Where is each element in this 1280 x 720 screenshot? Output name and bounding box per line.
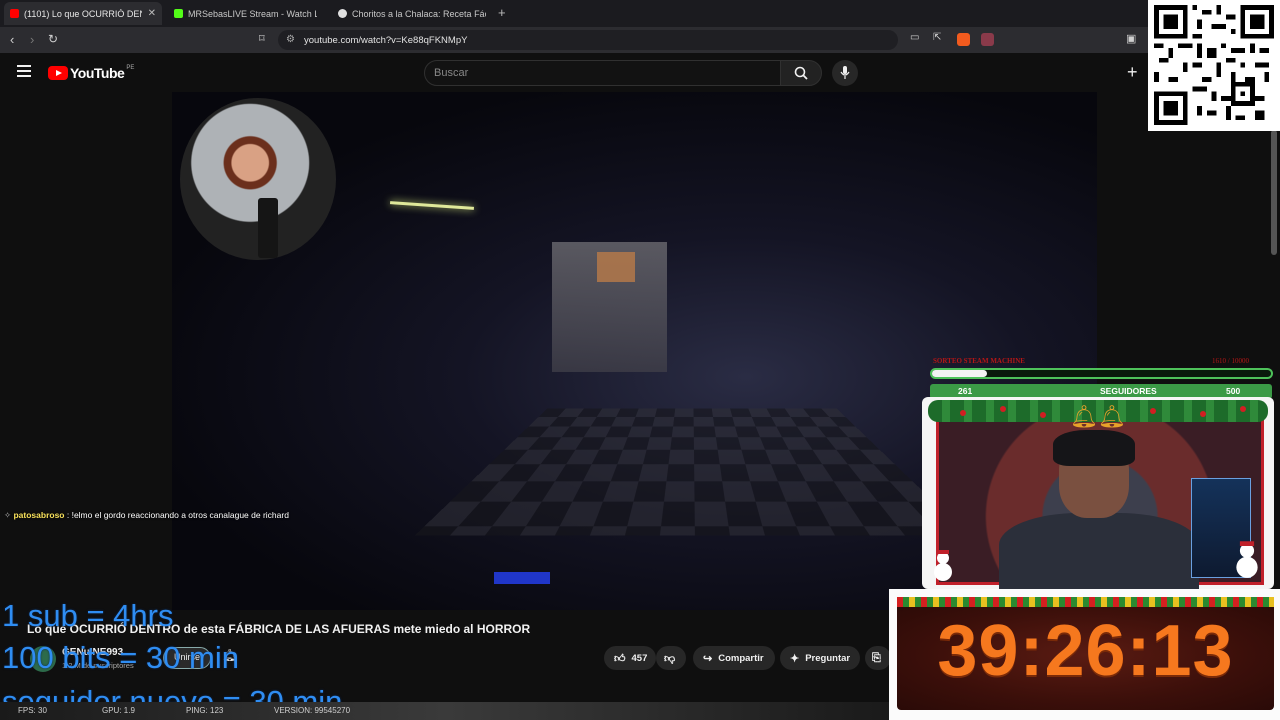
sidebar-toggle-icon[interactable]: ▣ — [1126, 32, 1136, 45]
chat-message: ✧ patosabroso : !elmo el gordo reacciona… — [4, 510, 289, 521]
browser-tab-bar: (1101) Lo que OCURRIÓ DEN ✕ MRSebasLIVE … — [0, 0, 1280, 27]
youtube-header: YouTube PE Buscar — [0, 53, 1280, 91]
microphone-icon — [840, 66, 850, 79]
berry-decoration — [960, 410, 966, 416]
country-code: PE — [126, 65, 135, 71]
bookmark-icon[interactable]: ⌑ — [259, 32, 265, 45]
video-scene-floor — [414, 408, 970, 536]
like-button[interactable]: 👍︎ 457 — [604, 646, 656, 670]
browser-tab-youtube[interactable]: (1101) Lo que OCURRIÓ DEN ✕ — [4, 2, 162, 25]
christmas-bells-icon: 🔔︎🔔︎ — [1070, 404, 1126, 429]
snowman-icon — [1236, 541, 1258, 578]
site-info-icon[interactable]: ⚙ — [286, 34, 295, 45]
streamer-webcam — [936, 415, 1264, 593]
search-button[interactable] — [780, 60, 822, 86]
url-text: youtube.com/watch?v=Ke88qFKNMpY — [304, 34, 468, 46]
close-tab-icon[interactable]: ✕ — [148, 8, 156, 19]
goal-progress-bar — [930, 368, 1273, 379]
berry-decoration — [1240, 406, 1246, 412]
search-input[interactable]: Buscar — [424, 60, 781, 86]
logo-text: YouTube — [70, 65, 125, 81]
menu-icon[interactable] — [17, 65, 31, 77]
video-scene-sign — [597, 252, 635, 282]
subathon-timer: 39:26:13 — [937, 611, 1234, 691]
search-icon — [794, 66, 808, 80]
chat-username: patosabroso — [13, 510, 65, 520]
youtube-play-icon — [48, 66, 68, 80]
cast-icon[interactable]: ▭ — [910, 32, 919, 43]
thumbs-up-icon: 👍︎ — [614, 652, 626, 665]
thumbs-down-icon: 👎︎ — [664, 652, 676, 665]
ping-stat: PING: 123 — [186, 706, 224, 715]
snowman-icon — [934, 550, 952, 581]
qr-code — [1148, 0, 1280, 131]
like-count: 457 — [631, 652, 648, 664]
overlay-sub-rule: 1 sub = 4hrs — [2, 598, 174, 633]
berry-decoration — [1150, 408, 1156, 414]
webcam-person-body — [999, 513, 1199, 593]
berry-decoration — [1040, 412, 1046, 418]
browser-toolbar: ‹ › ↻ ⌑ ⚙ youtube.com/watch?v=Ke88qFKNMp… — [0, 27, 1280, 53]
page-scrollbar[interactable] — [1271, 130, 1277, 255]
followers-label: SEGUIDORES — [1100, 386, 1157, 396]
video-scene-glow — [494, 572, 550, 584]
qr-code-graphic — [1154, 5, 1274, 125]
related-panel — [1097, 131, 1280, 356]
overlay-bits-rule: 100 bits = 30 min — [2, 640, 239, 675]
version-stat: VERSION: 99545270 — [274, 706, 351, 715]
video-scene-light — [389, 201, 475, 210]
forward-icon[interactable]: › — [30, 32, 34, 47]
tab-title: MRSebasLIVE Stream - Watch Liv — [188, 8, 317, 19]
brave-rewards-icon[interactable] — [981, 33, 994, 46]
gpu-stat: GPU: 1.9 — [102, 706, 135, 715]
share-page-icon[interactable]: ⇱ — [933, 32, 941, 43]
address-bar[interactable]: ⚙ youtube.com/watch?v=Ke88qFKNMpY — [278, 30, 898, 50]
game-stats-bar: FPS: 30 GPU: 1.9 PING: 123 VERSION: 9954… — [0, 702, 890, 720]
share-button[interactable]: ↪ Compartir — [693, 646, 775, 670]
webcam-person-hair — [1053, 430, 1135, 466]
goal-title: SORTEO STEAM MACHINE — [933, 357, 1025, 365]
new-tab-icon[interactable]: + — [498, 5, 506, 20]
ask-button[interactable]: ✦ Preguntar — [780, 646, 860, 670]
share-icon: ↪ — [703, 652, 713, 665]
sparkle-icon: ✦ — [790, 652, 800, 665]
fps-stat: FPS: 30 — [18, 706, 47, 715]
followers-target: 500 — [1226, 386, 1241, 396]
streamer-facecam — [180, 98, 336, 260]
chat-text: : !elmo el gordo reaccionando a otros ca… — [64, 510, 289, 520]
berry-decoration — [1200, 411, 1206, 417]
tab-title: Choritos a la Chalaca: Receta Fácil y S — [352, 8, 486, 19]
tab-title: (1101) Lo que OCURRIÓ DEN — [24, 8, 142, 19]
create-icon[interactable]: + — [1127, 62, 1138, 83]
dislike-button[interactable]: 👎︎ — [656, 646, 686, 670]
christmas-lights — [897, 597, 1274, 607]
youtube-favicon-icon — [10, 9, 19, 18]
share-label: Compartir — [718, 652, 764, 664]
tiktok-favicon-icon — [338, 9, 347, 18]
voice-search-button[interactable] — [832, 60, 858, 86]
reload-icon[interactable]: ↻ — [48, 32, 58, 46]
browser-tab-tiktok[interactable]: Choritos a la Chalaca: Receta Fácil y S — [332, 2, 492, 25]
back-icon[interactable]: ‹ — [10, 32, 14, 47]
bookmark-save-icon: ⎘ — [872, 651, 881, 664]
youtube-logo[interactable]: YouTube PE — [48, 65, 134, 81]
facecam-microphone — [258, 198, 278, 258]
browser-tab-kick[interactable]: MRSebasLIVE Stream - Watch Liv — [168, 2, 323, 25]
ask-label: Preguntar — [805, 652, 851, 664]
followers-current: 261 — [958, 386, 973, 396]
save-button[interactable]: ⎘ — [865, 646, 891, 670]
goal-count: 1610 / 10000 — [1212, 357, 1249, 365]
kick-favicon-icon — [174, 9, 183, 18]
brave-shields-icon[interactable] — [957, 33, 970, 46]
goal-progress-fill — [932, 370, 987, 377]
berry-decoration — [1000, 406, 1006, 412]
